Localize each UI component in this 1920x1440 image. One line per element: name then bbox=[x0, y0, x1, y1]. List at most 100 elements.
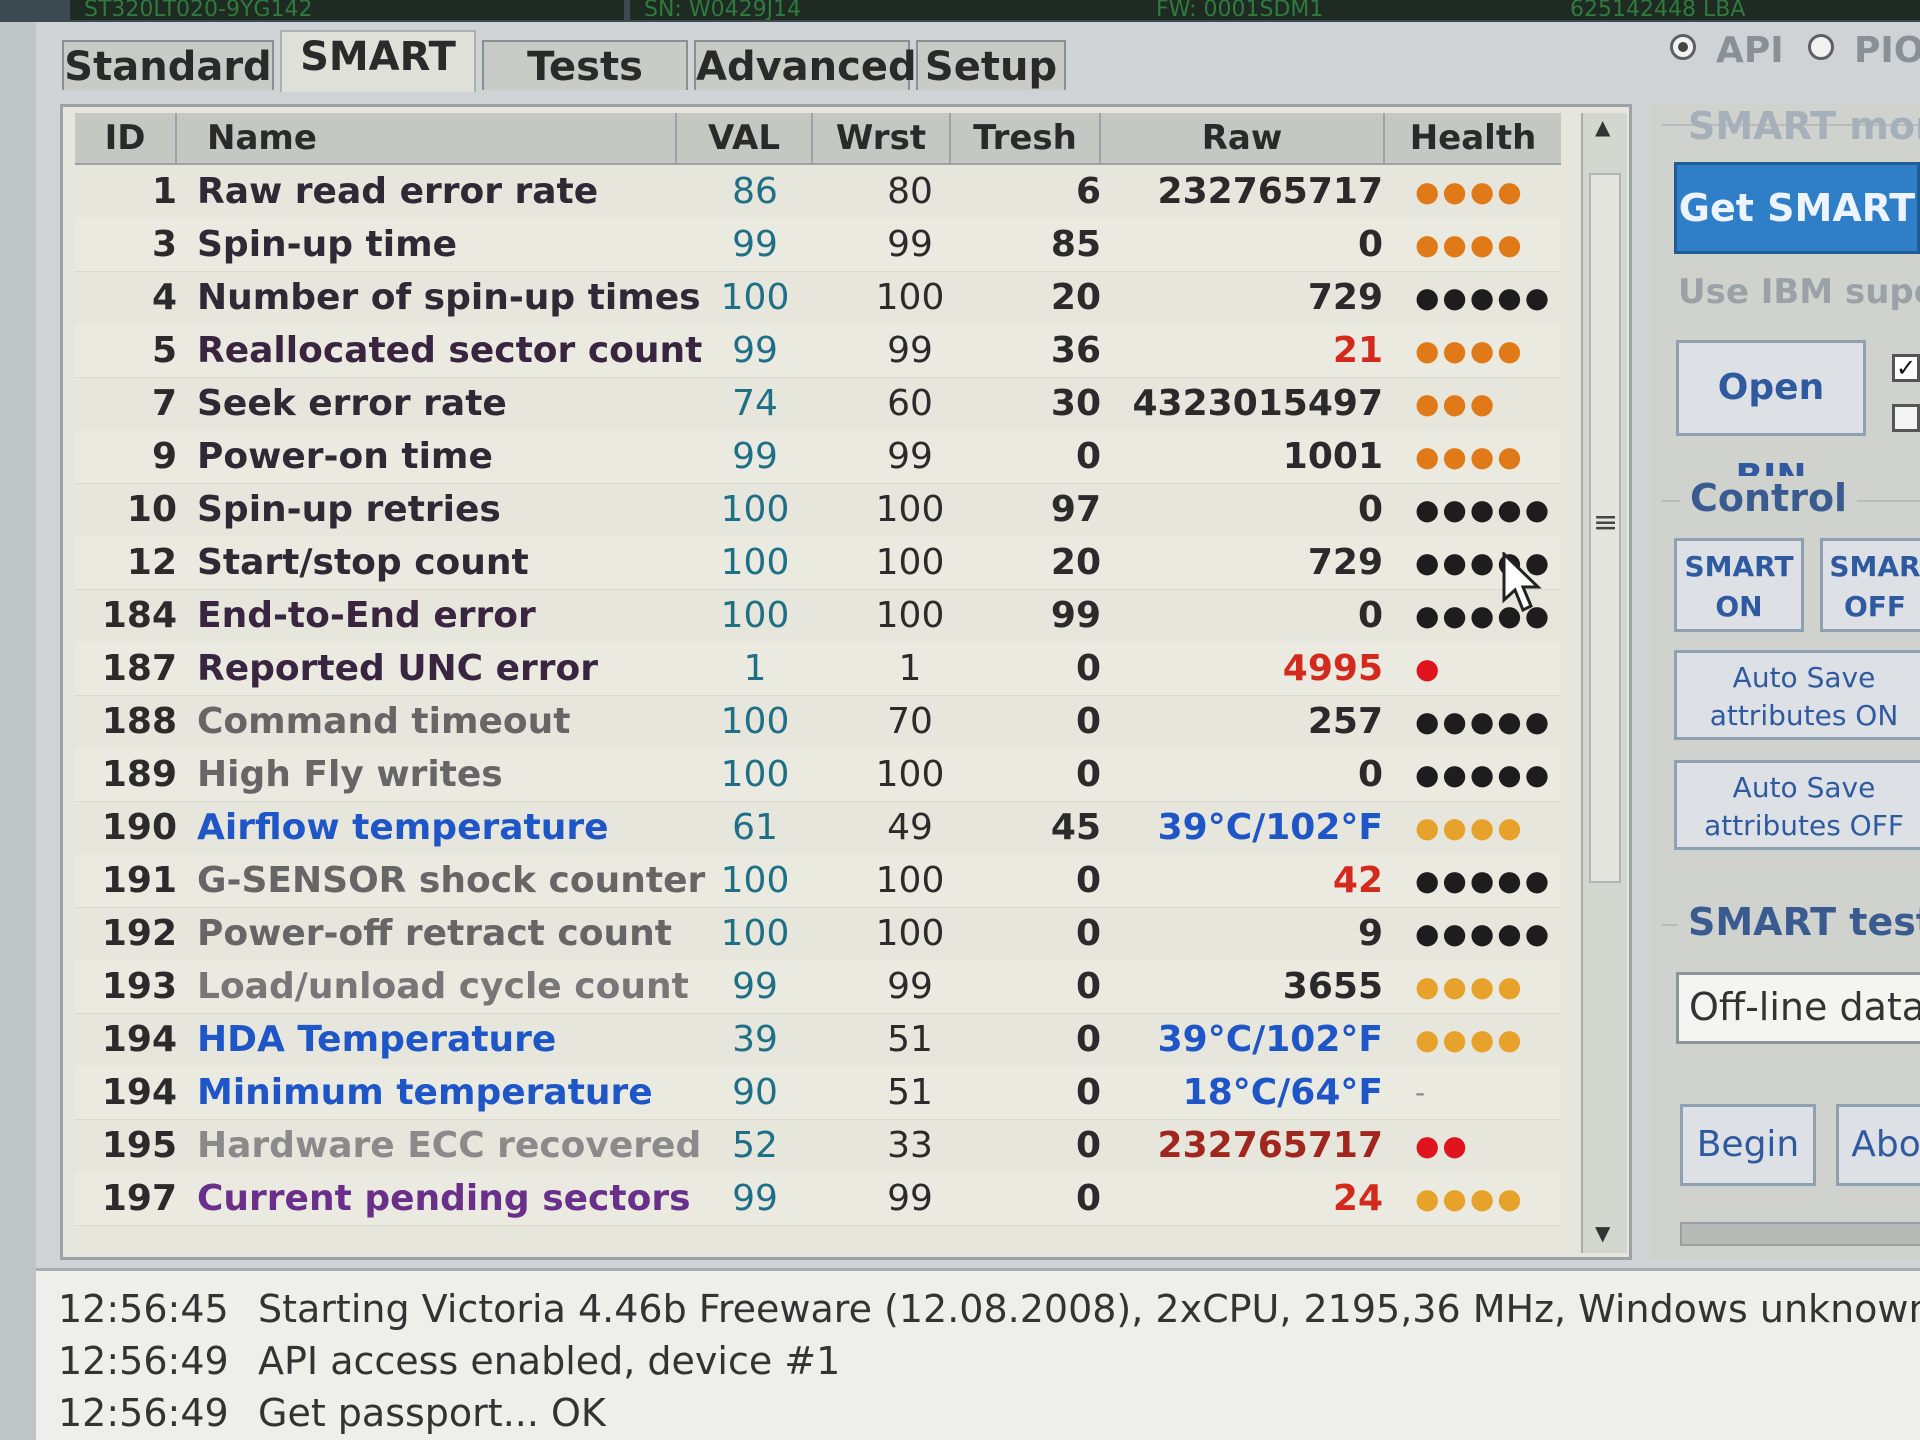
attr-worst: 100 bbox=[875, 277, 945, 318]
attr-threshold: 20 bbox=[1050, 542, 1101, 583]
table-row[interactable]: 195 Hardware ECC recovered 52 33 0 232765717 ●… bbox=[75, 1119, 1561, 1173]
table-row[interactable]: 7 Seek error rate 74 60 30 4323015497 ●●● bbox=[75, 377, 1561, 431]
table-row[interactable]: 184 End-to-End error 100 100 99 0 ●●●●● bbox=[75, 589, 1561, 643]
table-row[interactable]: 194 HDA Temperature 39 51 0 39°C/102°F ●●●● bbox=[75, 1013, 1561, 1067]
table-row[interactable]: 192 Power-off retract count 100 100 0 9 ●●●●● bbox=[75, 907, 1561, 961]
table-row[interactable]: 189 High Fly writes 100 100 0 0 ●●●●● bbox=[75, 748, 1561, 802]
attr-id: 192 bbox=[101, 913, 177, 954]
attr-worst: 100 bbox=[875, 489, 945, 530]
attr-name: Reported UNC error bbox=[197, 648, 599, 689]
attr-raw: 0 bbox=[1357, 754, 1383, 795]
column-header-wrst[interactable]: Wrst bbox=[813, 113, 951, 163]
window-left-edge bbox=[0, 22, 36, 1440]
test-type-select[interactable]: Off-line data bbox=[1676, 972, 1920, 1044]
column-header-health[interactable]: Health bbox=[1385, 113, 1561, 163]
mouse-cursor-icon bbox=[1502, 552, 1542, 613]
attr-value: 100 bbox=[720, 754, 790, 795]
attr-id: 9 bbox=[151, 436, 177, 477]
tab-advanced[interactable]: Advanced bbox=[694, 40, 917, 90]
table-row[interactable]: 5 Reallocated sector count 99 99 36 21 ●●●● bbox=[75, 324, 1561, 378]
attr-raw: 0 bbox=[1357, 595, 1383, 636]
attr-value: 61 bbox=[732, 807, 778, 848]
attr-threshold: 20 bbox=[1050, 277, 1101, 318]
smart-attributes-panel: ID Name VAL Wrst Tresh Raw Health 1 Raw r… bbox=[60, 104, 1632, 1260]
attr-worst: 100 bbox=[875, 595, 945, 636]
attr-name: Minimum temperature bbox=[197, 1072, 653, 1113]
pio-radio[interactable] bbox=[1808, 34, 1834, 60]
column-header-tresh[interactable]: Tresh bbox=[951, 113, 1101, 163]
table-row[interactable]: 10 Spin-up retries 100 100 97 0 ●●●●● bbox=[75, 483, 1561, 537]
attr-name: Hardware ECC recovered bbox=[197, 1125, 702, 1166]
tab-smart[interactable]: SMART bbox=[280, 30, 476, 92]
column-header-val[interactable]: VAL bbox=[677, 113, 813, 163]
table-row[interactable]: 188 Command timeout 100 70 0 257 ●●●●● bbox=[75, 695, 1561, 749]
attr-threshold: 99 bbox=[1050, 595, 1101, 636]
attr-name: HDA Temperature bbox=[197, 1019, 557, 1060]
tab-standard[interactable]: Standard bbox=[62, 40, 274, 90]
table-row[interactable]: 190 Airflow temperature 61 49 45 39°C/102°F ●●… bbox=[75, 801, 1561, 855]
column-header-id[interactable]: ID bbox=[75, 113, 177, 163]
attr-health-dots: ●●●● bbox=[1415, 228, 1525, 261]
open-bin-button[interactable]: Open BIN bbox=[1676, 340, 1866, 498]
attr-id: 194 bbox=[101, 1072, 177, 1113]
table-row[interactable]: 191 G-SENSOR shock counter 100 100 0 42 ●●●●● bbox=[75, 854, 1561, 908]
attr-threshold: 0 bbox=[1075, 436, 1101, 477]
table-row[interactable]: 9 Power-on time 99 99 0 1001 ●●●● bbox=[75, 430, 1561, 484]
attr-health-dots: ●●●●● bbox=[1415, 705, 1553, 738]
autosave-off-button[interactable]: Auto Save attributes OFF bbox=[1674, 760, 1920, 850]
attr-id: 188 bbox=[101, 701, 177, 742]
get-smart-button[interactable]: Get SMART bbox=[1674, 162, 1920, 254]
attr-value: 99 bbox=[732, 1178, 778, 1219]
attr-health-dots: ●●●● bbox=[1415, 175, 1525, 208]
autosave-on-button[interactable]: Auto Save attributes ON bbox=[1674, 650, 1920, 740]
attr-health-dots: ●● bbox=[1415, 1129, 1470, 1162]
scroll-down-arrow-icon[interactable]: ▼ bbox=[1595, 1221, 1610, 1245]
tab-tests[interactable]: Tests bbox=[482, 40, 688, 90]
attr-threshold: 45 bbox=[1050, 807, 1101, 848]
smart-monitor-title: SMART moni bbox=[1688, 104, 1920, 148]
abort-button[interactable]: Abo bbox=[1836, 1104, 1920, 1186]
option-checkbox[interactable]: ✓ bbox=[1892, 354, 1920, 382]
table-row[interactable]: 187 Reported UNC error 1 1 0 4995 ● bbox=[75, 642, 1561, 696]
table-row[interactable]: 1 Raw read error rate 86 80 6 232765717 ●●●● bbox=[75, 165, 1561, 219]
smart-on-button[interactable]: SMART ON bbox=[1674, 538, 1804, 632]
table-row[interactable]: 3 Spin-up time 99 99 85 0 ●●●● bbox=[75, 218, 1561, 272]
attr-value: 74 bbox=[732, 383, 778, 424]
attr-name: Reallocated sector count bbox=[197, 330, 703, 371]
table-row[interactable]: 12 Start/stop count 100 100 20 729 ●●●●● bbox=[75, 536, 1561, 590]
table-row[interactable]: 4 Number of spin-up times 100 100 20 729 ●●●●● bbox=[75, 271, 1561, 325]
table-row[interactable]: 194 Minimum temperature 90 51 0 18°C/64°F - bbox=[75, 1066, 1561, 1120]
begin-button[interactable]: Begin bbox=[1680, 1104, 1816, 1186]
option-checkbox-2[interactable] bbox=[1892, 404, 1920, 432]
attr-id: 190 bbox=[101, 807, 177, 848]
smart-off-button[interactable]: SMAR OFF bbox=[1820, 538, 1920, 632]
api-radio[interactable] bbox=[1670, 34, 1696, 60]
attr-id: 197 bbox=[101, 1178, 177, 1219]
attr-worst: 51 bbox=[887, 1019, 933, 1060]
attr-raw: 4323015497 bbox=[1132, 383, 1384, 424]
attr-id: 194 bbox=[101, 1019, 177, 1060]
attr-worst: 99 bbox=[887, 436, 933, 477]
tab-setup[interactable]: Setup bbox=[916, 40, 1066, 90]
log-time: 12:56:49 bbox=[58, 1391, 229, 1435]
scroll-up-arrow-icon[interactable]: ▲ bbox=[1595, 115, 1610, 139]
column-header-raw[interactable]: Raw bbox=[1101, 113, 1385, 163]
attr-name: Current pending sectors bbox=[197, 1178, 691, 1219]
attr-raw: 18°C/64°F bbox=[1182, 1072, 1383, 1113]
attr-value: 99 bbox=[732, 224, 778, 265]
pio-label: PIO bbox=[1854, 30, 1920, 71]
attr-worst: 70 bbox=[887, 701, 933, 742]
attr-name: End-to-End error bbox=[197, 595, 536, 636]
attr-raw: 1001 bbox=[1282, 436, 1383, 477]
attr-raw: 3655 bbox=[1282, 966, 1383, 1007]
log-line: 12:56:49 API access enabled, device #1 bbox=[58, 1339, 840, 1383]
attr-threshold: 0 bbox=[1075, 860, 1101, 901]
table-scrollbar[interactable]: ▲ ≡ ▼ bbox=[1581, 113, 1627, 1253]
table-row[interactable]: 193 Load/unload cycle count 99 99 0 3655 ●●●● bbox=[75, 960, 1561, 1014]
attr-id: 191 bbox=[101, 860, 177, 901]
table-row[interactable]: 197 Current pending sectors 99 99 0 24 ●●●● bbox=[75, 1172, 1561, 1226]
column-header-name[interactable]: Name bbox=[177, 113, 677, 163]
log-text: Starting Victoria 4.46b Freeware (12.08.… bbox=[258, 1287, 1920, 1331]
attr-health-dots: ●●●●● bbox=[1415, 493, 1553, 526]
log-text: API access enabled, device #1 bbox=[258, 1339, 841, 1383]
